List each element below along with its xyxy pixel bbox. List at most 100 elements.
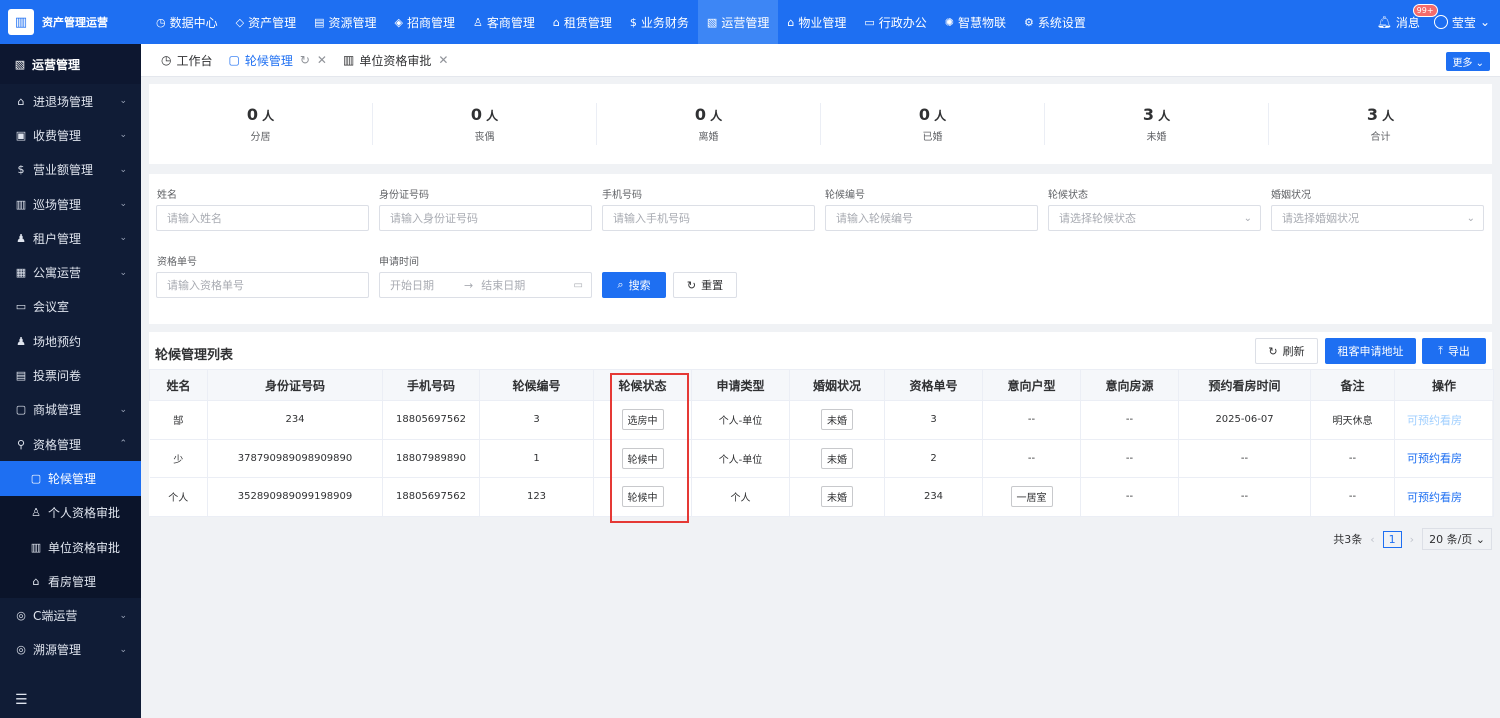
name-input[interactable]: 请输入姓名 [156,205,369,231]
top-nav: ◷ 数据中心 ◇ 资产管理 ▤ 资源管理 ◈ 招商管理 ♙ 客商管理 ⌂ 租赁管理 $ 业务财务 ▧ 运营管理… [147,0,1095,44]
close-icon[interactable]: ✕ [438,53,448,67]
message-button[interactable]: 🔔︎ 消息 99+ [1377,3,1438,31]
cell-visit-time: -- [1178,439,1311,478]
sidebar-item-10[interactable]: ⚲ 资格管理 ⌃ [0,427,141,461]
cell-queue-no: 1 [479,439,594,478]
chevron-icon: ⌄ [119,96,127,107]
topnav-item-11[interactable]: ⚙ 系统设置 [1015,0,1095,44]
stat-value: 0人 [470,105,499,124]
stat-label: 已婚 [922,132,943,143]
more-tabs-button[interactable]: 更多 ⌄ [1446,52,1490,71]
qual-no-input[interactable]: 请输入资格单号 [156,272,369,298]
topnav-item-10[interactable]: ✺ 智慧物联 [936,0,1015,44]
topnav-item-6[interactable]: $ 业务财务 [621,0,698,44]
stat-card: 0 人离婚 [597,103,821,145]
menu-icon: ♟ [16,334,26,348]
topnav-label: 资产管理 [248,15,297,30]
topnav-item-3[interactable]: ◈ 招商管理 [386,0,464,44]
sidebar-item-5[interactable]: ▦ 公寓运营 ⌄ [0,255,141,289]
topnav-item-8[interactable]: ⌂ 物业管理 [778,0,855,44]
tab-0[interactable]: ◷ 工作台 [153,44,221,77]
sidebar-item-2[interactable]: $ 营业额管理 ⌄ [0,153,141,187]
sidebar-title-label: 运营管理 [32,57,81,72]
sidebar-item-9[interactable]: ▢ 商城管理 ⌄ [0,393,141,427]
pagination: 共3条 ‹ 1 › 20 条/页 ⌄ [1333,528,1492,550]
topnav-item-2[interactable]: ▤ 资源管理 [305,0,385,44]
cell-house: -- [1080,400,1179,440]
sidebar-item-3[interactable]: ▥ 巡场管理 ⌄ [0,187,141,221]
cell-name: 少 [149,439,208,478]
sidebar-item-label: 场地预约 [33,334,82,349]
topnav-label: 业务财务 [640,15,689,30]
sidebar-item-8[interactable]: ▤ 投票问卷 [0,358,141,392]
logo[interactable]: ▥ 资产管理运营 [0,0,141,44]
next-page-icon[interactable]: › [1410,533,1414,546]
reset-button[interactable]: ↻ 重置 [673,272,737,298]
sidebar-item-7[interactable]: ♟ 场地预约 [0,324,141,358]
prev-page-icon[interactable]: ‹ [1370,533,1374,546]
cell-remark: -- [1310,439,1395,478]
queue-no-input[interactable]: 请输入轮候编号 [825,205,1038,231]
cell-layout: -- [982,400,1081,440]
topnav-label: 运营管理 [721,15,770,30]
menu-icon: ▤ [15,369,27,383]
start-date[interactable]: 开始日期 [390,277,434,293]
collapse-menu-icon[interactable]: ☰ [15,692,28,708]
reload-icon[interactable]: ↻ [300,53,310,67]
building-icon: ▥ [8,9,34,35]
list-title: 轮候管理列表 [155,348,234,363]
chart-icon: ▧ [14,57,26,71]
menu-icon: ▦ [15,266,27,280]
phone-input[interactable]: 请输入手机号码 [602,205,815,231]
queue-status-select[interactable]: 请选择轮候状态 ⌄ [1048,205,1261,231]
book-viewing-link[interactable]: 可预约看房 [1407,414,1462,427]
sidebar-tail-item-0[interactable]: ◎ C端运营 ⌄ [0,598,141,632]
column-header: 身份证号码 [207,369,383,401]
sidebar-item-0[interactable]: ⌂ 进退场管理 ⌄ [0,84,141,118]
tab-1[interactable]: ▢ 轮候管理 ↻ ✕ [221,44,335,77]
cell-qual-no: 234 [884,477,983,517]
sidebar-subitem-0[interactable]: ▢ 轮候管理 [0,461,141,496]
tab-label: 工作台 [176,53,213,68]
cell-name: 个人 [149,477,208,517]
topnav-item-4[interactable]: ♙ 客商管理 [464,0,544,44]
id-label: 身份证号码 [379,190,429,201]
page-size-select[interactable]: 20 条/页 ⌄ [1422,528,1492,550]
sidebar-subitem-2[interactable]: ▥ 单位资格审批 [0,529,141,565]
tab-bar: ◷ 工作台 ▢ 轮候管理 ↻ ✕ ▥ 单位资格审批 ✕ 更多 ⌄ [141,44,1500,77]
date-range-picker[interactable]: 开始日期 → 结束日期 ▭ [379,272,592,298]
sidebar-subitem-3[interactable]: ⌂ 看房管理 [0,564,141,599]
sidebar-item-1[interactable]: ▣ 收费管理 ⌄ [0,118,141,152]
id-input[interactable]: 请输入身份证号码 [379,205,592,231]
column-header: 婚姻状况 [789,369,885,401]
end-date[interactable]: 结束日期 [481,277,525,293]
page-number[interactable]: 1 [1382,530,1402,548]
topnav-item-0[interactable]: ◷ 数据中心 [147,0,227,44]
topnav-item-1[interactable]: ◇ 资产管理 [227,0,305,44]
close-icon[interactable]: ✕ [317,53,327,67]
topnav-item-5[interactable]: ⌂ 租赁管理 [544,0,621,44]
marital-select[interactable]: 请选择婚姻状况 ⌄ [1271,205,1484,231]
sidebar-subitem-1[interactable]: ♙ 个人资格审批 [0,495,141,530]
user-menu[interactable]: 莹莹 ⌄ [1433,14,1490,31]
cell-qual-no: 2 [884,439,983,478]
book-viewing-link[interactable]: 可预约看房 [1407,491,1462,504]
menu-icon: ▭ [15,300,27,314]
home-icon: ⌂ [787,15,795,29]
export-button[interactable]: ⤒ 导出 [1422,338,1486,364]
sidebar-item-label: 巡场管理 [33,197,82,212]
refresh-button[interactable]: ↻ 刷新 [1255,338,1318,364]
sidebar-item-4[interactable]: ♟ 租户管理 ⌄ [0,221,141,255]
tab-2[interactable]: ▥ 单位资格审批 ✕ [335,44,456,77]
book-viewing-link[interactable]: 可预约看房 [1407,452,1462,465]
qual-no-label: 资格单号 [157,257,197,268]
menu-icon: ⌂ [17,94,25,108]
tenant-address-button[interactable]: 租客申请地址 [1325,338,1416,364]
sidebar-tail-item-1[interactable]: ◎ 溯源管理 ⌄ [0,633,141,667]
topnav-item-7[interactable]: ▧ 运营管理 [697,0,779,44]
sidebar: ▧ 运营管理 ⌂ 进退场管理 ⌄ ▣ 收费管理 ⌄ $ 营业额管理 ⌄ ▥ 巡场管理 ⌄ ♟ 租户管理 ⌄ ▦… [0,44,141,718]
topnav-item-9[interactable]: ▭ 行政办公 [855,0,935,44]
menu-icon: ▢ [15,403,27,417]
sidebar-item-6[interactable]: ▭ 会议室 [0,290,141,324]
search-button[interactable]: ⌕ 搜索 [602,272,666,298]
